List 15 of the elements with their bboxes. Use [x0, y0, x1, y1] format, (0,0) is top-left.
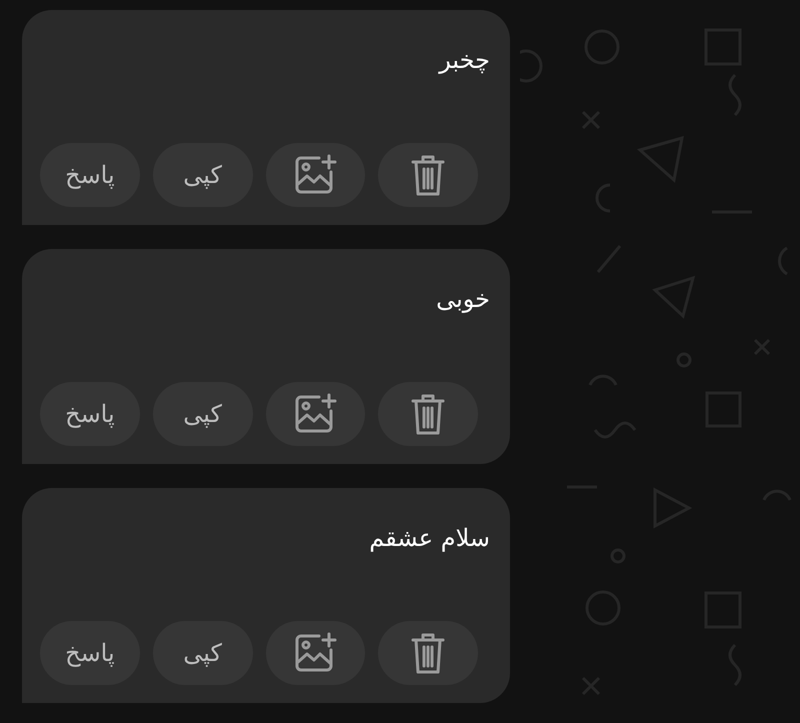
action-button[interactable]: پاسخ	[40, 143, 140, 207]
action-button[interactable]: کپی	[152, 382, 252, 446]
action-button[interactable]: کپی	[152, 143, 252, 207]
action-button[interactable]: پاسخ	[40, 382, 140, 446]
image-add-icon	[293, 393, 338, 435]
image-add-icon	[293, 154, 338, 196]
trash-icon	[410, 392, 446, 436]
action-button[interactable]: پاسخ	[40, 621, 140, 685]
trash-icon	[410, 631, 446, 675]
message-text: خوبی	[436, 284, 490, 315]
message-text: سلام عشقم	[369, 523, 490, 554]
action-button[interactable]: کپی	[152, 621, 252, 685]
image-add-icon	[293, 632, 338, 674]
trash-icon	[410, 153, 446, 197]
message-text: چخبر	[439, 45, 490, 76]
